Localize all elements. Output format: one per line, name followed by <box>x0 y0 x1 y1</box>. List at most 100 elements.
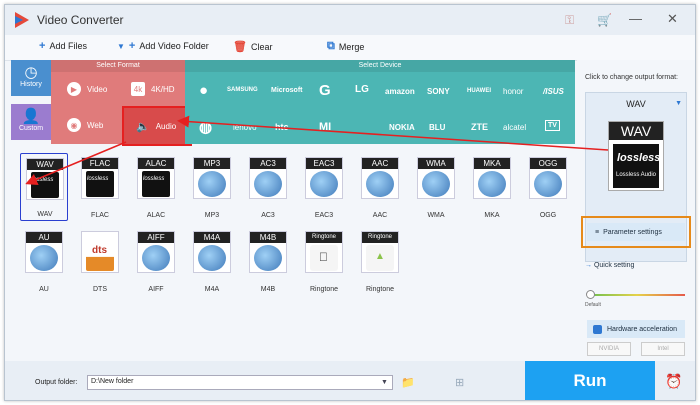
key-icon[interactable]: ⚿ <box>565 13 574 28</box>
format-label: AIFF <box>148 286 164 293</box>
web-category[interactable]: ◉ Web <box>67 118 103 132</box>
format-card-eac3[interactable]: EAC3 EAC3 <box>300 153 348 221</box>
format-card-ringtone-android[interactable]: Ringtone Ringtone <box>356 227 404 295</box>
device-huawei[interactable]: HUAWEI <box>467 88 491 94</box>
format-card-m4a[interactable]: M4A M4A <box>188 227 236 295</box>
disc-icon <box>254 171 282 197</box>
alarm-clock-icon[interactable]: ⏰ <box>665 373 682 390</box>
hardware-acceleration-toggle[interactable]: Hardware acceleration <box>587 320 685 338</box>
video-category[interactable]: ▶ Video <box>67 82 107 96</box>
format-card-aiff[interactable]: AIFF AIFF <box>132 227 180 295</box>
history-button[interactable]: ◷ History <box>11 60 51 96</box>
apple-icon <box>310 245 338 271</box>
format-card-m4b[interactable]: M4B M4B <box>244 227 292 295</box>
select-device-panel: Select Device ● SAMSUNG Microsoft G LG a… <box>185 60 575 144</box>
format-tag: Ringtone <box>306 232 342 243</box>
disc-icon <box>30 245 58 271</box>
format-thumbnail: Ringtone <box>361 231 399 273</box>
add-files-button[interactable]: + Add Files <box>39 40 87 52</box>
device-amazon[interactable]: amazon <box>385 87 415 96</box>
nvidia-option[interactable]: NVIDIA <box>587 342 631 356</box>
output-format-tag: WAV <box>609 122 663 140</box>
dts-icon <box>86 245 114 271</box>
device-alcatel[interactable]: alcatel <box>503 123 526 132</box>
format-label: WAV <box>37 211 53 218</box>
dropdown-arrow-icon[interactable]: ▼ <box>117 42 125 51</box>
quality-slider[interactable] <box>589 294 685 296</box>
video-label: Video <box>87 84 108 94</box>
format-thumbnail: M4A <box>193 231 231 273</box>
device-tv[interactable]: TV <box>545 120 560 131</box>
device-honor[interactable]: honor <box>503 87 523 96</box>
format-tag: ALAC <box>138 158 174 169</box>
format-card-flac[interactable]: FLAC FLAC <box>76 153 124 221</box>
format-tag: Ringtone <box>362 232 398 243</box>
output-folder-input[interactable]: D:\New folder <box>87 375 393 390</box>
device-htc[interactable]: htc <box>275 122 289 132</box>
plus-icon: + <box>39 40 46 52</box>
format-thumbnail: AC3 <box>249 157 287 199</box>
device-asus[interactable]: /ISUS <box>543 87 564 96</box>
device-lg[interactable]: LG <box>355 84 369 95</box>
custom-label: Custom <box>18 125 44 132</box>
quality-slider-knob[interactable] <box>586 290 595 299</box>
open-folder-icon[interactable]: ⊞ <box>455 376 464 389</box>
format-card-alac[interactable]: ALAC ALAC <box>132 153 180 221</box>
folder-icon[interactable]: 📁 <box>401 376 415 389</box>
device-samsung[interactable]: SAMSUNG <box>227 87 258 93</box>
format-card-ac3[interactable]: AC3 AC3 <box>244 153 292 221</box>
format-card-ringtone[interactable]: Ringtone Ringtone <box>300 227 348 295</box>
run-button[interactable]: Run <box>525 361 655 400</box>
parameter-settings-highlight: ≡ Parameter settings <box>581 216 691 248</box>
device-sony[interactable]: SONY <box>427 87 450 96</box>
output-folder-label: Output folder: <box>35 379 78 386</box>
device-nokia[interactable]: NOKIA <box>389 123 415 132</box>
close-button[interactable]: ✕ <box>667 11 678 27</box>
app-logo-icon <box>15 12 29 28</box>
audio-category-highlight[interactable]: 🔈 Audio <box>122 106 192 146</box>
device-google[interactable]: G <box>319 82 331 99</box>
format-thumbnail: Ringtone <box>305 231 343 273</box>
format-card-mp3[interactable]: MP3 MP3 <box>188 153 236 221</box>
clear-button[interactable]: 🗑 Clear <box>233 40 272 53</box>
format-card-wav[interactable]: WAV WAV <box>20 153 68 221</box>
format-card-ogg[interactable]: OGG OGG <box>524 153 572 221</box>
intel-option[interactable]: Intel <box>641 342 685 356</box>
device-zte[interactable]: ZTE <box>471 122 488 132</box>
format-thumbnail <box>81 231 119 273</box>
format-tag: AAC <box>362 158 398 169</box>
apple-icon[interactable]: ● <box>199 82 208 99</box>
audio-category[interactable]: 🔈 Audio <box>136 120 176 133</box>
format-label: EAC3 <box>314 212 334 219</box>
select-format-header: Select Format <box>51 60 185 72</box>
blackberry-icon[interactable]: ◍ <box>199 118 212 136</box>
device-blu[interactable]: BLU <box>429 123 445 132</box>
format-thumbnail: AIFF <box>137 231 175 273</box>
custom-button[interactable]: 👤 Custom <box>11 104 51 140</box>
chevron-down-icon[interactable]: ▼ <box>381 379 388 386</box>
format-card-mka[interactable]: MKA MKA <box>468 153 516 221</box>
checkbox-icon[interactable] <box>593 324 602 334</box>
format-card-aac[interactable]: AAC AAC <box>356 153 404 221</box>
device-lenovo[interactable]: lenovo <box>233 123 257 132</box>
format-card-au[interactable]: AU AU <box>20 227 68 295</box>
format-card-dts[interactable]: DTS <box>76 227 124 295</box>
format-label: MKA <box>484 212 500 219</box>
format-thumbnail: ALAC <box>137 157 175 199</box>
minimize-button[interactable]: — <box>629 11 642 26</box>
format-label: FLAC <box>91 212 109 219</box>
cart-icon[interactable]: 🛒 <box>597 13 612 27</box>
hd-category[interactable]: 4k 4K/HD <box>131 82 175 96</box>
clear-label: Clear <box>250 41 273 52</box>
add-folder-button[interactable]: ▼ + Add Video Folder <box>117 40 209 52</box>
format-thumbnail: AU <box>25 231 63 273</box>
device-microsoft[interactable]: Microsoft <box>271 87 303 94</box>
parameter-settings-button[interactable]: ≡ Parameter settings <box>587 223 685 241</box>
app-window: Video Converter ⚿ 🛒 — ✕ + Add Files ▼ + … <box>4 4 696 401</box>
dropdown-arrow-icon[interactable]: ▼ <box>675 100 682 107</box>
format-tag: MKA <box>474 158 510 169</box>
merge-button[interactable]: ⧉ Merge <box>327 40 364 53</box>
format-card-wma[interactable]: WMA WMA <box>412 153 460 221</box>
disc-icon <box>422 171 450 197</box>
device-xiaomi[interactable]: MI <box>319 121 331 133</box>
